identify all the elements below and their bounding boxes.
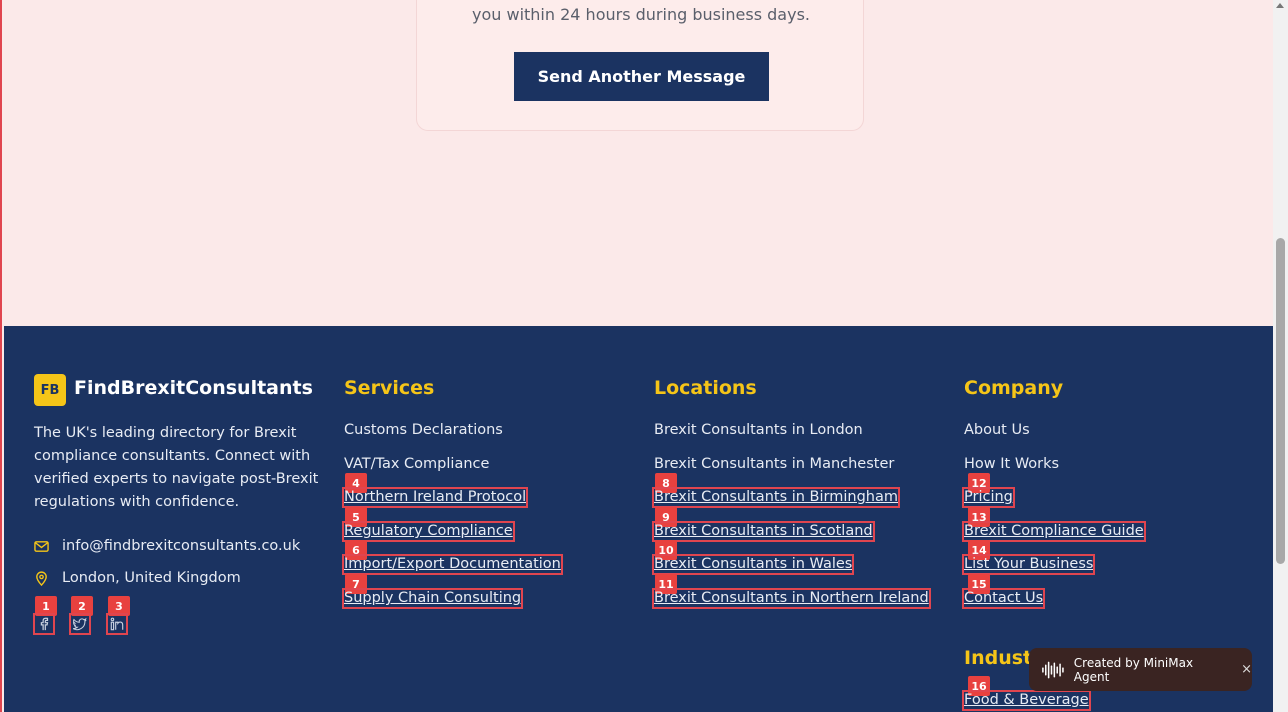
email-text: info@findbrexitconsultants.co.uk — [62, 538, 301, 554]
company-link-pricing[interactable]: Pricing — [962, 487, 1015, 508]
toast-label: Created by MiniMax Agent — [1073, 655, 1194, 684]
marker-badge: 3 — [108, 596, 130, 616]
confirmation-message: you within 24 hours during business days… — [472, 5, 810, 24]
twitter-icon — [73, 617, 87, 631]
marker-badge: 2 — [71, 596, 93, 616]
facebook-icon — [40, 617, 49, 631]
company-link-brexit-compliance-guide[interactable]: Brexit Compliance Guide — [962, 521, 1146, 542]
locations-link-northern-ireland[interactable]: Brexit Consultants in Northern Ireland — [652, 588, 931, 609]
page-frame: you within 24 hours during business days… — [0, 0, 1273, 712]
linkedin-link[interactable] — [106, 613, 128, 635]
contact-section: you within 24 hours during business days… — [4, 0, 1273, 326]
location-text: London, United Kingdom — [62, 570, 241, 586]
footer-location: London, United Kingdom — [34, 570, 241, 586]
industries-link-food-beverage[interactable]: Food & Beverage — [962, 690, 1091, 711]
facebook-link[interactable] — [33, 613, 55, 635]
footer-email[interactable]: info@findbrexitconsultants.co.uk — [34, 538, 300, 554]
close-icon[interactable]: × — [1241, 662, 1252, 677]
linkedin-icon — [110, 617, 124, 631]
services-link-import-export-documentation[interactable]: Import/Export Documentation — [342, 554, 563, 575]
locations-link-birmingham[interactable]: Brexit Consultants in Birmingham — [652, 487, 900, 508]
vertical-scrollbar[interactable] — [1273, 0, 1288, 712]
locations-link-london[interactable]: Brexit Consultants in London — [654, 422, 863, 439]
services-link-supply-chain-consulting[interactable]: Supply Chain Consulting — [341, 588, 524, 609]
services-link-northern-ireland-protocol[interactable]: Northern Ireland Protocol — [341, 487, 529, 508]
services-heading: Services — [344, 377, 435, 399]
company-link-contact-us[interactable]: Contact Us — [961, 588, 1046, 609]
company-heading: Company — [964, 377, 1064, 399]
services-link-vat-tax-compliance[interactable]: VAT/Tax Compliance — [344, 456, 489, 473]
brand-name[interactable]: FindBrexitConsultants — [74, 377, 313, 399]
marker-badge: 1 — [35, 596, 57, 616]
map-pin-icon — [36, 570, 47, 586]
scroll-up-icon[interactable] — [1276, 3, 1284, 8]
locations-heading: Locations — [654, 377, 757, 399]
audio-wave-icon — [1042, 661, 1064, 678]
company-link-about-us[interactable]: About Us — [964, 422, 1030, 439]
scrollbar-thumb[interactable] — [1276, 238, 1285, 564]
logo-badge[interactable]: FB — [34, 374, 66, 406]
footer-about-text: The UK's leading directory for Brexit co… — [34, 425, 319, 510]
locations-link-scotland[interactable]: Brexit Consultants in Scotland — [652, 521, 875, 542]
locations-link-wales[interactable]: Brexit Consultants in Wales — [651, 554, 855, 575]
confirmation-card: you within 24 hours during business days… — [416, 0, 864, 131]
company-link-list-your-business[interactable]: List Your Business — [961, 554, 1096, 575]
company-link-how-it-works[interactable]: How It Works — [964, 456, 1059, 473]
mail-icon — [34, 540, 49, 552]
minimax-agent-toast[interactable]: Created by MiniMax Agent × — [1029, 648, 1252, 691]
locations-link-manchester[interactable]: Brexit Consultants in Manchester — [654, 456, 894, 473]
send-another-message-button[interactable]: Send Another Message — [514, 52, 769, 101]
twitter-link[interactable] — [69, 613, 91, 635]
services-link-customs-declarations[interactable]: Customs Declarations — [344, 422, 503, 439]
services-link-regulatory-compliance[interactable]: Regulatory Compliance — [342, 521, 515, 542]
